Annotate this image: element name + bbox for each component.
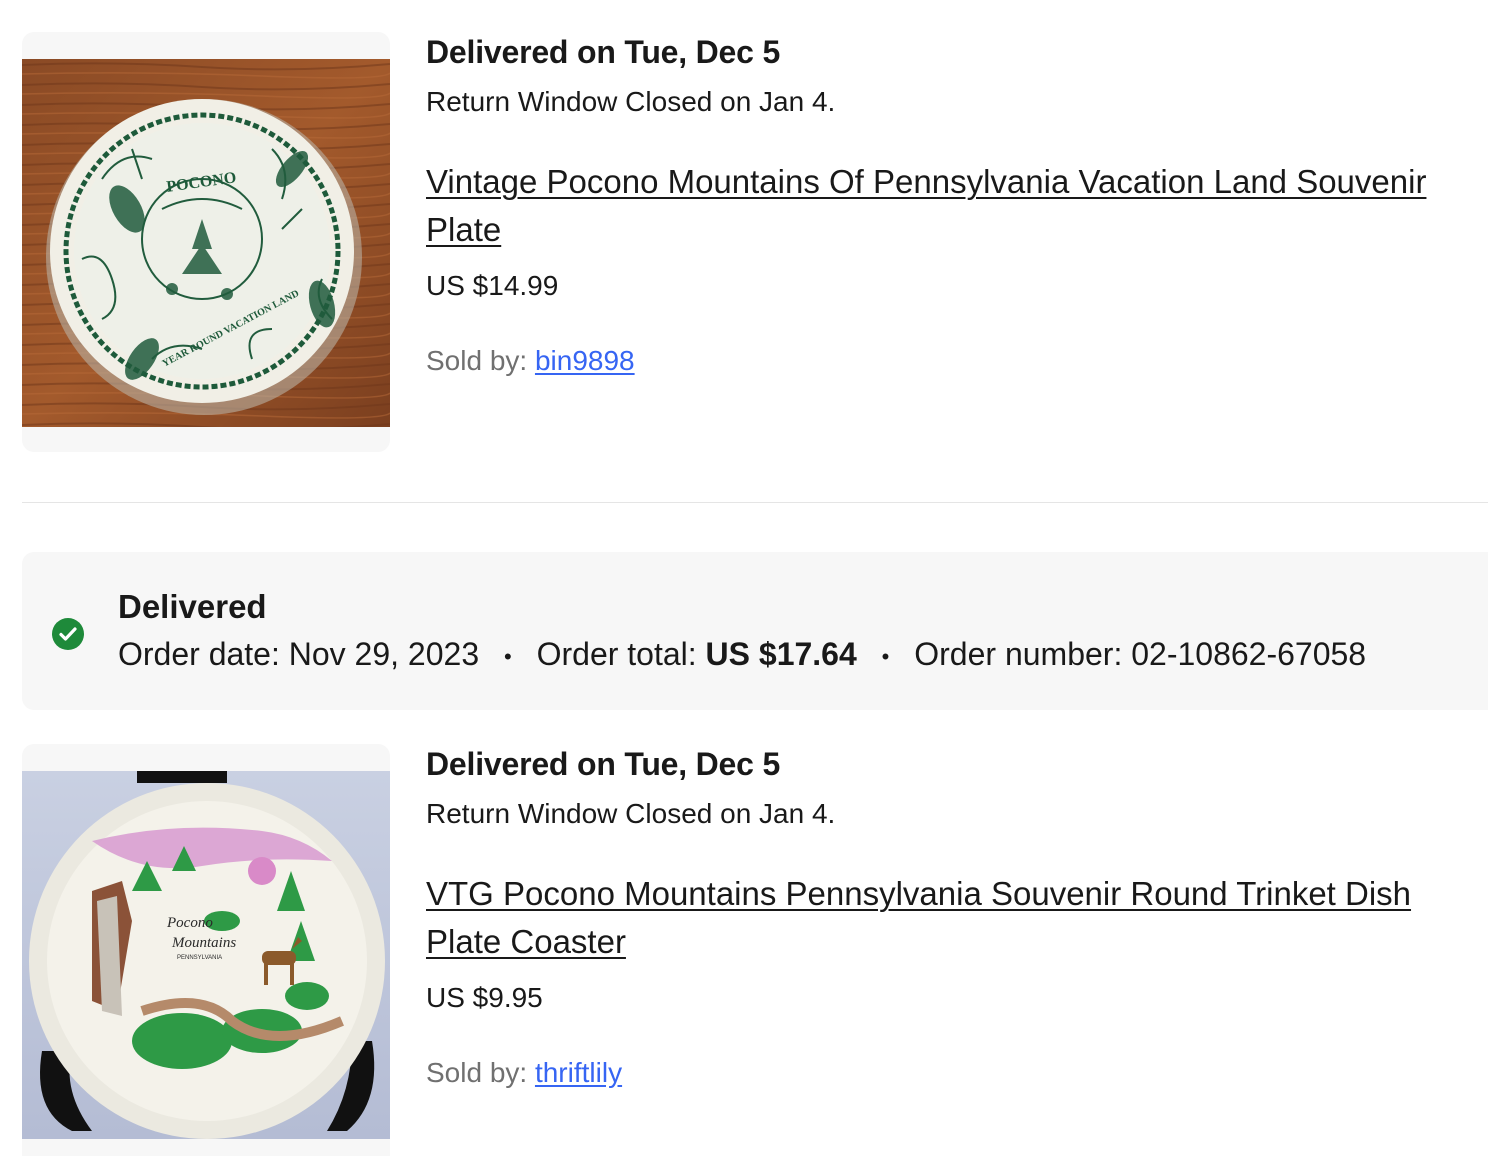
order-date: Nov 29, 2023 <box>288 636 480 672</box>
order-status: Delivered <box>118 588 267 625</box>
order-total-label: Order total: <box>536 636 697 672</box>
plate-script-2: Mountains <box>171 935 236 951</box>
order-meta: Order date: Nov 29, 2023 • Order total: … <box>118 636 1366 673</box>
sold-by: Sold by: thriftlily <box>426 1057 622 1089</box>
item-thumbnail-card[interactable]: POCONO YEAR ROUND VACATION LAND <box>22 32 390 452</box>
item-thumbnail-card[interactable]: Pocono Mountains PENNSYLVANIA <box>22 744 390 1156</box>
delivery-status: Delivered on Tue, Dec 5 <box>426 34 781 70</box>
item-title-link[interactable]: Vintage Pocono Mountains Of Pennsylvania… <box>426 158 1486 254</box>
return-window: Return Window Closed on Jan 4. <box>426 86 836 117</box>
order-summary-header: Delivered Order date: Nov 29, 2023 • Ord… <box>22 552 1488 710</box>
return-window: Return Window Closed on Jan 4. <box>426 798 836 829</box>
item-info: Delivered on Tue, Dec 5 Return Window Cl… <box>426 0 1474 500</box>
seller-link[interactable]: bin9898 <box>535 345 635 376</box>
item-info: Delivered on Tue, Dec 5 Return Window Cl… <box>426 712 1474 1156</box>
item-image[interactable]: Pocono Mountains PENNSYLVANIA <box>22 771 390 1139</box>
plate-script-3: PENNSYLVANIA <box>177 955 222 961</box>
item-price: US $14.99 <box>426 270 559 301</box>
order-date-label: Order date: <box>118 636 280 672</box>
item-price: US $9.95 <box>426 982 543 1013</box>
item-image[interactable]: POCONO YEAR ROUND VACATION LAND <box>22 59 390 427</box>
check-circle-icon <box>52 618 84 650</box>
order-number: 02-10862-67058 <box>1131 636 1367 672</box>
order-total: US $17.64 <box>705 636 857 672</box>
divider <box>22 502 1488 503</box>
order-item: Pocono Mountains PENNSYLVANIA Delivered … <box>0 712 1488 1156</box>
orders-page: POCONO YEAR ROUND VACATION LAND Delivere… <box>0 0 1488 1156</box>
item-title-link[interactable]: VTG Pocono Mountains Pennsylvania Souven… <box>426 870 1486 966</box>
order-number-label: Order number: <box>914 636 1123 672</box>
plate-script-1: Pocono <box>166 915 213 931</box>
sold-by-label: Sold by: <box>426 345 528 376</box>
separator: • <box>504 643 512 669</box>
sold-by-label: Sold by: <box>426 1057 528 1088</box>
delivery-status: Delivered on Tue, Dec 5 <box>426 746 781 782</box>
sold-by: Sold by: bin9898 <box>426 345 635 377</box>
seller-link[interactable]: thriftlily <box>535 1057 622 1088</box>
separator: • <box>881 643 890 669</box>
order-item: POCONO YEAR ROUND VACATION LAND Delivere… <box>0 0 1488 500</box>
